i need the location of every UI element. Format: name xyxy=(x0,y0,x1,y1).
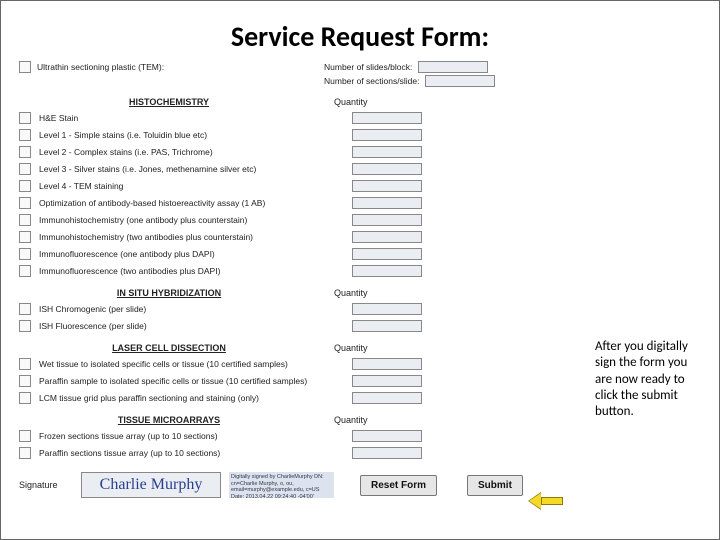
quantity-input[interactable] xyxy=(352,163,422,175)
checkbox[interactable] xyxy=(19,447,31,459)
row-label: H&E Stain xyxy=(37,113,337,123)
row-label: ISH Fluorescence (per slide) xyxy=(37,321,337,331)
sections-per-slide-input[interactable] xyxy=(425,75,495,87)
quantity-input[interactable] xyxy=(352,214,422,226)
quantity-input[interactable] xyxy=(352,375,422,387)
quantity-header: Quantity xyxy=(334,343,368,353)
quantity-input[interactable] xyxy=(352,320,422,332)
callout-text: After you digitally sign the form you ar… xyxy=(595,339,693,420)
row-label: Wet tissue to isolated specific cells or… xyxy=(37,359,337,369)
checkbox[interactable] xyxy=(19,180,31,192)
section-header: TISSUE MICROARRAYS xyxy=(19,415,319,425)
checkbox[interactable] xyxy=(19,231,31,243)
quantity-header: Quantity xyxy=(334,288,368,298)
quantity-input[interactable] xyxy=(352,265,422,277)
row-label: Immunohistochemistry (one antibody plus … xyxy=(37,215,337,225)
checkbox[interactable] xyxy=(19,129,31,141)
row-label: Level 3 - Silver stains (i.e. Jones, met… xyxy=(37,164,337,174)
checkbox[interactable] xyxy=(19,392,31,404)
service-request-form: Ultrathin sectioning plastic (TEM): Numb… xyxy=(19,61,559,498)
sections-per-slide-label: Number of sections/slide: xyxy=(324,76,419,86)
checkbox[interactable] xyxy=(19,112,31,124)
checkbox[interactable] xyxy=(19,358,31,370)
quantity-header: Quantity xyxy=(334,97,368,107)
row-label: Optimization of antibody-based histoerea… xyxy=(37,198,337,208)
quantity-input[interactable] xyxy=(352,129,422,141)
checkbox[interactable] xyxy=(19,265,31,277)
slide-title: Service Request Form: xyxy=(1,1,719,62)
reset-form-button[interactable]: Reset Form xyxy=(360,475,437,496)
row-label: Level 1 - Simple stains (i.e. Toluidin b… xyxy=(37,130,337,140)
signature-label: Signature xyxy=(19,480,81,490)
section-header: IN SITU HYBRIDIZATION xyxy=(19,288,319,298)
quantity-header: Quantity xyxy=(334,415,368,425)
row-label: Frozen sections tissue array (up to 10 s… xyxy=(37,431,337,441)
quantity-input[interactable] xyxy=(352,447,422,459)
callout-arrow xyxy=(529,493,564,509)
quantity-input[interactable] xyxy=(352,146,422,158)
checkbox[interactable] xyxy=(19,214,31,226)
ultrathin-label: Ultrathin sectioning plastic (TEM): xyxy=(37,62,164,72)
row-label: LCM tissue grid plus paraffin sectioning… xyxy=(37,393,337,403)
checkbox[interactable] xyxy=(19,146,31,158)
signature-field[interactable]: Charlie Murphy xyxy=(81,472,221,498)
quantity-input[interactable] xyxy=(352,430,422,442)
signature-stamp: Digitally signed by CharlieMurphy DN: cn… xyxy=(229,472,334,498)
quantity-input[interactable] xyxy=(352,112,422,124)
checkbox[interactable] xyxy=(19,163,31,175)
row-label: Immunofluorescence (two antibodies plus … xyxy=(37,266,337,276)
row-label: Level 4 - TEM staining xyxy=(37,181,337,191)
submit-button[interactable]: Submit xyxy=(467,475,523,496)
quantity-input[interactable] xyxy=(352,197,422,209)
quantity-input[interactable] xyxy=(352,231,422,243)
row-label: Immunofluorescence (one antibody plus DA… xyxy=(37,249,337,259)
checkbox[interactable] xyxy=(19,197,31,209)
checkbox[interactable] xyxy=(19,430,31,442)
slides-per-block-input[interactable] xyxy=(418,61,488,73)
row-label: ISH Chromogenic (per slide) xyxy=(37,304,337,314)
checkbox[interactable] xyxy=(19,320,31,332)
row-label: Level 2 - Complex stains (i.e. PAS, Tric… xyxy=(37,147,337,157)
signature-row: Signature Charlie Murphy Digitally signe… xyxy=(19,472,559,498)
quantity-input[interactable] xyxy=(352,358,422,370)
checkbox[interactable] xyxy=(19,248,31,260)
row-label: Paraffin sample to isolated specific cel… xyxy=(37,376,337,386)
slides-per-block-label: Number of slides/block: xyxy=(324,62,412,72)
checkbox-ultrathin[interactable] xyxy=(19,61,31,73)
section-header: HISTOCHEMISTRY xyxy=(19,97,319,107)
row-label: Paraffin sections tissue array (up to 10… xyxy=(37,448,337,458)
quantity-input[interactable] xyxy=(352,392,422,404)
checkbox[interactable] xyxy=(19,303,31,315)
checkbox[interactable] xyxy=(19,375,31,387)
quantity-input[interactable] xyxy=(352,248,422,260)
row-label: Immunohistochemistry (two antibodies plu… xyxy=(37,232,337,242)
quantity-input[interactable] xyxy=(352,180,422,192)
section-header: LASER CELL DISSECTION xyxy=(19,343,319,353)
quantity-input[interactable] xyxy=(352,303,422,315)
